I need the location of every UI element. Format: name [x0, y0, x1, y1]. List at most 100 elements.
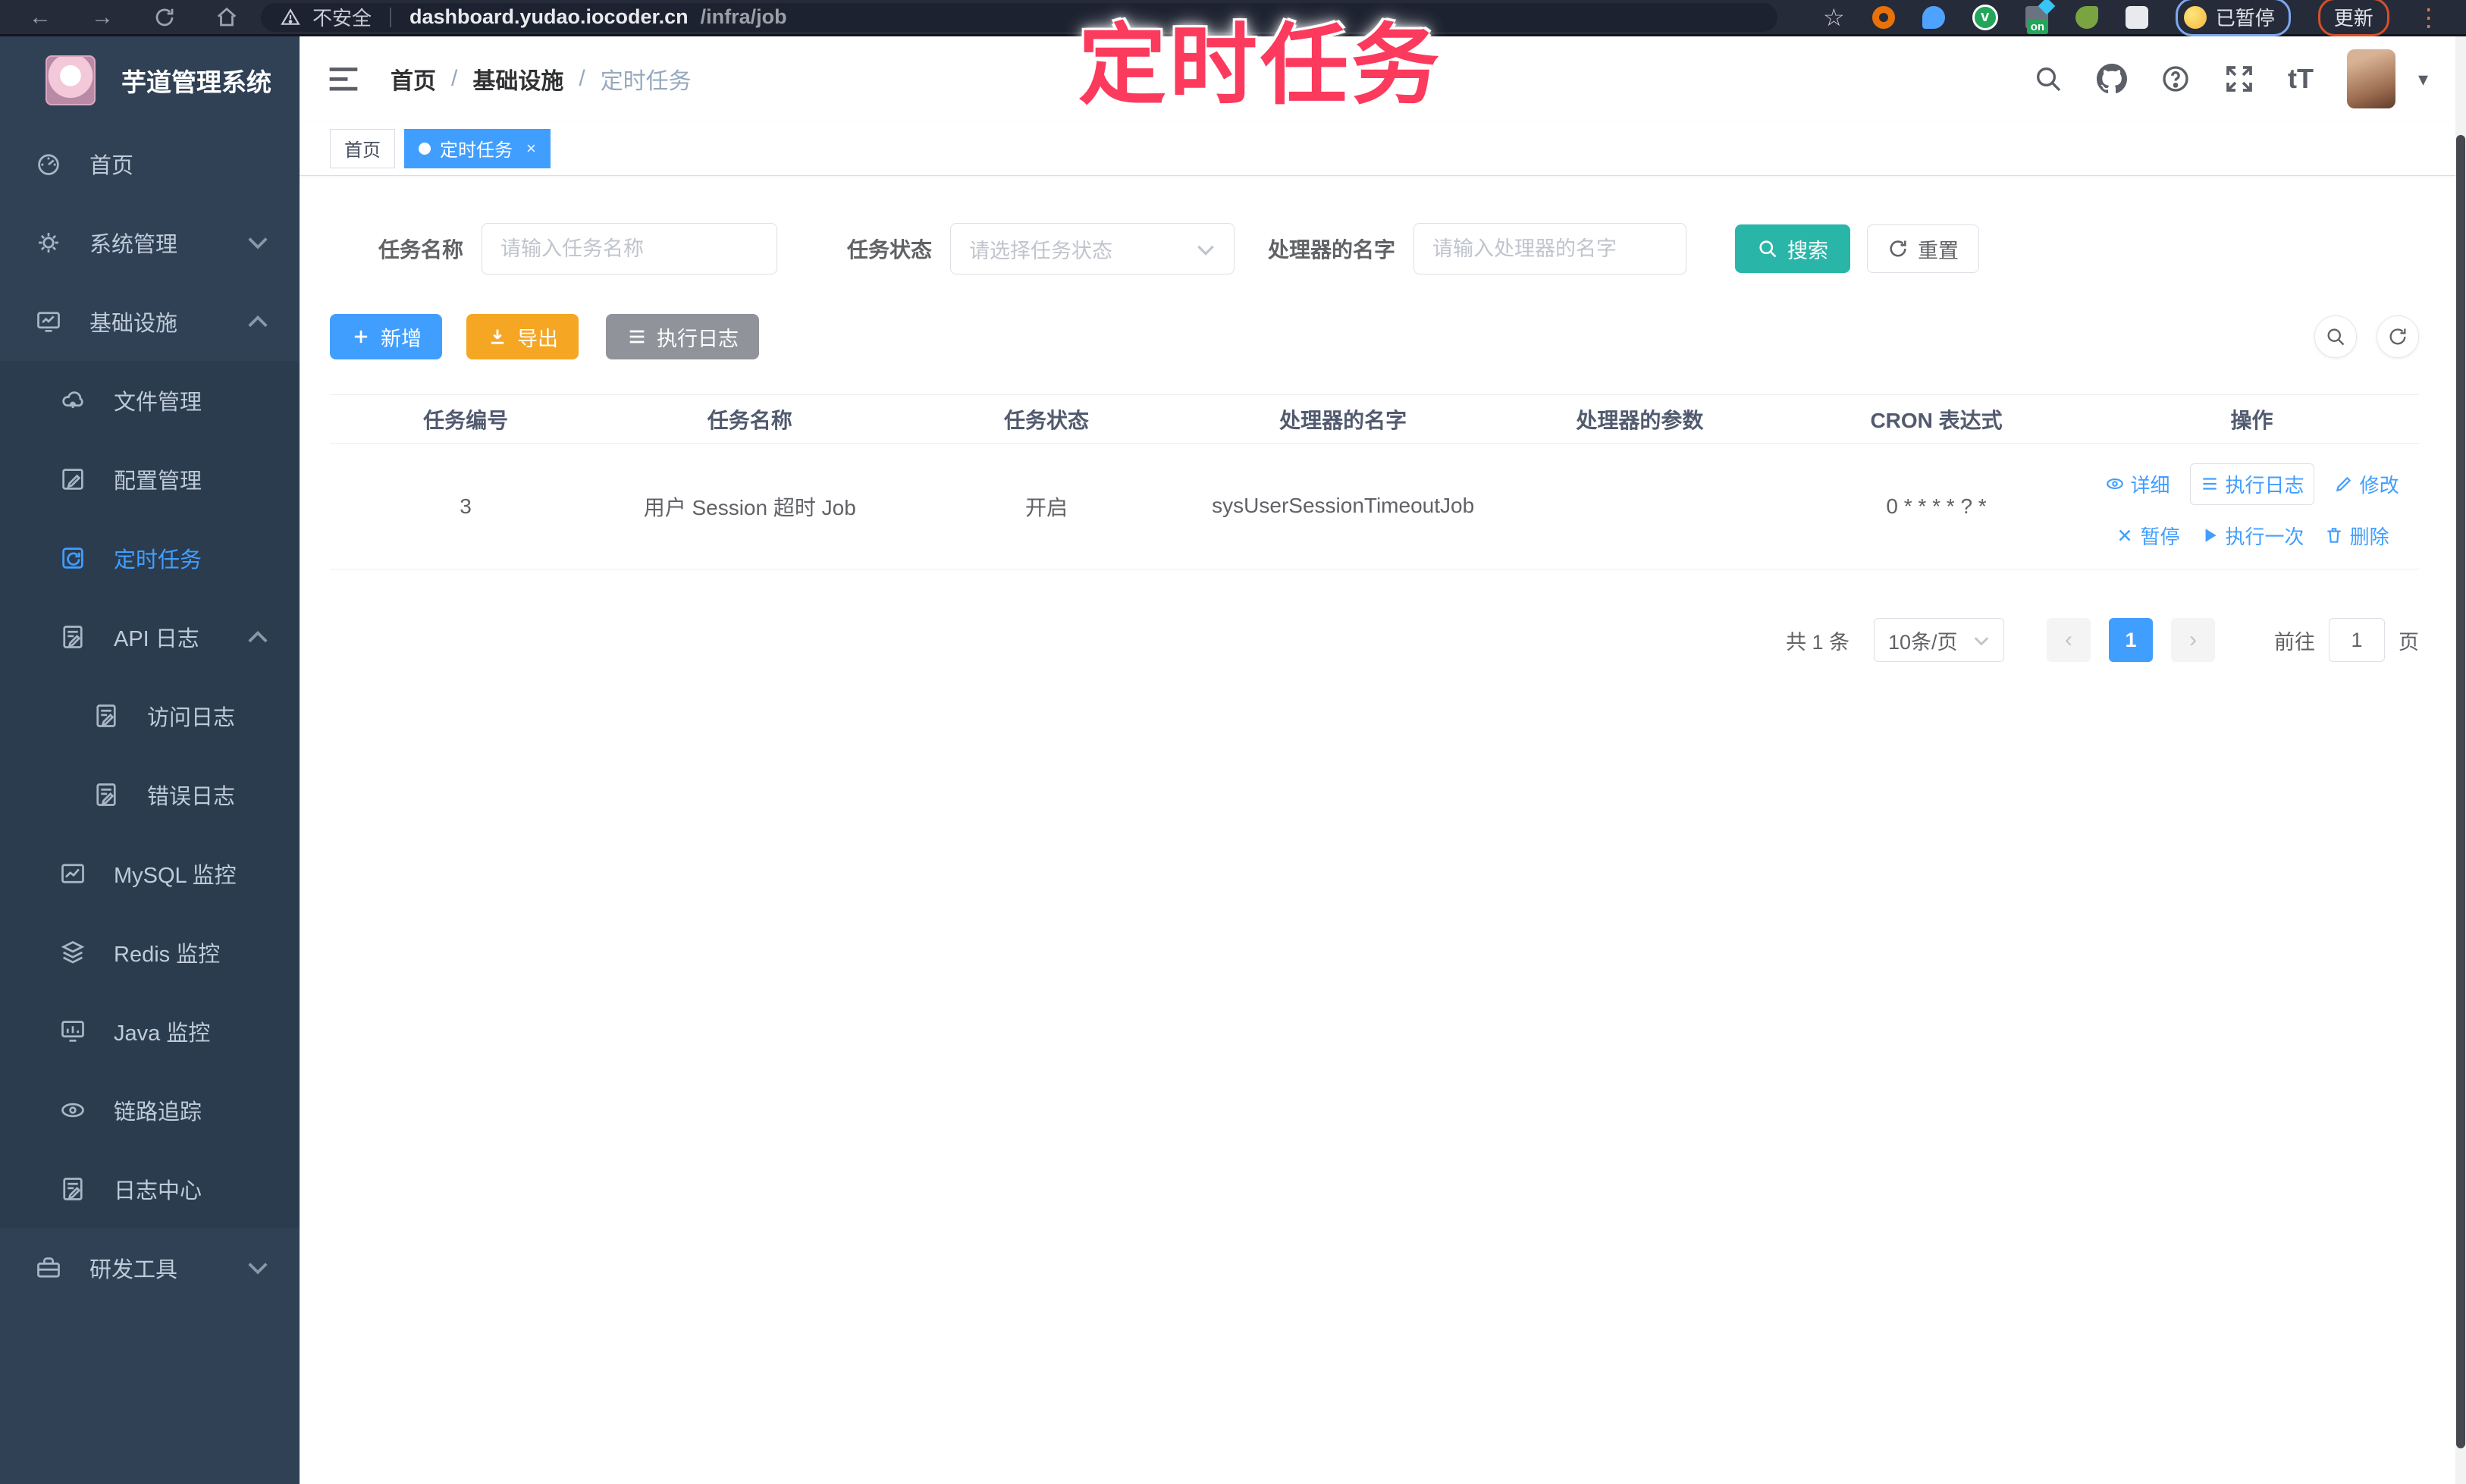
browser-back-icon[interactable]: ←: [29, 6, 52, 29]
browser-home-icon[interactable]: [215, 6, 238, 29]
update-button[interactable]: 更新: [2318, 0, 2389, 36]
sidebar-item-label: 访问日志: [147, 700, 235, 732]
breadcrumb-separator: /: [579, 66, 585, 92]
plus-icon: [350, 326, 372, 347]
page-number-1[interactable]: 1: [2109, 618, 2153, 662]
sidebar-item-redis-monitor[interactable]: Redis 监控: [0, 913, 300, 992]
profile-chip[interactable]: 已暂停: [2176, 0, 2291, 36]
tag-close-icon[interactable]: ×: [526, 139, 536, 158]
sidebar-item-log-center[interactable]: 日志中心: [0, 1150, 300, 1228]
job-name-input[interactable]: [482, 223, 777, 275]
scrollbar-thumb[interactable]: [2456, 135, 2465, 1448]
sidebar-item-mysql-monitor[interactable]: MySQL 监控: [0, 834, 300, 913]
user-avatar[interactable]: [2347, 49, 2395, 108]
reset-button[interactable]: 重置: [1867, 224, 1979, 273]
goto-label: 前往: [2274, 626, 2315, 655]
add-button[interactable]: 新增: [330, 314, 442, 359]
breadcrumb-home[interactable]: 首页: [391, 62, 436, 96]
table-header-row: 任务编号 任务名称 任务状态 处理器的名字 处理器的参数 CRON 表达式 操作: [330, 395, 2419, 444]
export-button[interactable]: 导出: [466, 314, 579, 359]
sidebar-item-java-monitor[interactable]: Java 监控: [0, 992, 300, 1071]
sidebar-toggle-icon[interactable]: [327, 65, 360, 93]
bookmark-star-icon[interactable]: ☆: [1823, 3, 1845, 32]
col-header-actions: 操作: [2085, 404, 2419, 435]
job-status-select[interactable]: 请选择任务状态: [950, 223, 1235, 275]
row-exec-log-link[interactable]: 执行日志: [2190, 463, 2314, 505]
java-monitor-icon: [59, 1018, 86, 1045]
edit-link[interactable]: 修改: [2334, 470, 2399, 498]
sidebar-item-label: Redis 监控: [114, 937, 220, 968]
close-icon: [2115, 526, 2135, 545]
extension-v-icon[interactable]: v: [1972, 5, 1998, 30]
address-separator: [390, 8, 391, 27]
chevron-down-icon: [1973, 635, 1990, 645]
extensions-puzzle-icon[interactable]: [2126, 6, 2148, 29]
user-caret-icon[interactable]: ▾: [2418, 67, 2428, 91]
sidebar-item-system[interactable]: 系统管理: [0, 203, 300, 282]
detail-link[interactable]: 详细: [2105, 470, 2170, 498]
filter-form: 任务名称 任务状态 请选择任务状态 处理器的名字 搜索 重置: [378, 223, 2419, 275]
page-size-select[interactable]: 10条/页: [1874, 618, 2004, 662]
sidebar-item-infra[interactable]: 基础设施: [0, 282, 300, 361]
search-button[interactable]: 搜索: [1735, 224, 1850, 273]
sidebar-item-config-mgmt[interactable]: 配置管理: [0, 440, 300, 519]
sidebar-item-access-log[interactable]: 访问日志: [0, 676, 300, 755]
app-title: 芋道管理系统: [121, 62, 271, 99]
browser-menu-icon[interactable]: ⋮: [2417, 3, 2441, 32]
next-page-button[interactable]: ›: [2171, 618, 2215, 662]
search-icon[interactable]: [2033, 64, 2063, 94]
sidebar-item-dev-tools[interactable]: 研发工具: [0, 1228, 300, 1307]
exec-log-button[interactable]: 执行日志: [606, 314, 759, 359]
run-once-link[interactable]: 执行一次: [2200, 522, 2304, 550]
address-bar[interactable]: 不安全 dashboard.yudao.iocoder.cn/infra/job: [261, 3, 1777, 32]
sidebar-item-scheduled-jobs[interactable]: 定时任务: [0, 519, 300, 598]
add-button-label: 新增: [381, 322, 422, 352]
fullscreen-icon[interactable]: [2224, 64, 2254, 94]
browser-forward-icon[interactable]: →: [91, 6, 114, 29]
search-icon: [2325, 326, 2346, 347]
breadcrumb-separator: /: [451, 66, 457, 92]
url-path[interactable]: /infra/job: [701, 5, 787, 29]
cell-job-name: 用户 Session 超时 Job: [601, 491, 898, 522]
tag-active-dot: [419, 143, 431, 155]
sidebar-item-tracing[interactable]: 链路追踪: [0, 1071, 300, 1150]
browser-reload-icon[interactable]: [153, 6, 176, 29]
font-size-icon[interactable]: tT: [2288, 63, 2314, 95]
security-label[interactable]: 不安全: [312, 3, 372, 31]
table-row: 3 用户 Session 超时 Job 开启 sysUserSessionTim…: [330, 444, 2419, 569]
prev-page-button[interactable]: ‹: [2047, 618, 2091, 662]
reset-button-label: 重置: [1918, 234, 1959, 264]
toggle-search-button[interactable]: [2314, 315, 2357, 358]
tag-home[interactable]: 首页: [330, 129, 395, 168]
sidebar-item-label: API 日志: [114, 621, 199, 653]
sidebar-item-label: MySQL 监控: [114, 858, 237, 889]
app-logo-row[interactable]: 芋道管理系统: [0, 36, 300, 124]
goto-page-input[interactable]: [2329, 618, 2385, 662]
breadcrumb: 首页 / 基础设施 / 定时任务: [391, 62, 692, 96]
cell-job-id: 3: [330, 494, 601, 519]
tag-scheduled-jobs[interactable]: 定时任务 ×: [404, 129, 551, 168]
log-icon: [93, 781, 120, 808]
delete-link[interactable]: 删除: [2324, 522, 2389, 550]
sidebar-item-home[interactable]: 首页: [0, 124, 300, 203]
col-header-job-name: 任务名称: [601, 404, 898, 435]
sidebar-item-api-log[interactable]: API 日志: [0, 598, 300, 676]
sidebar-item-file-mgmt[interactable]: 文件管理: [0, 361, 300, 440]
github-icon[interactable]: [2097, 64, 2127, 94]
breadcrumb-infra[interactable]: 基础设施: [472, 62, 563, 96]
sidebar-item-error-log[interactable]: 错误日志: [0, 755, 300, 834]
refresh-table-button[interactable]: [2377, 315, 2419, 358]
help-icon[interactable]: [2160, 64, 2191, 94]
pause-link[interactable]: 暂停: [2115, 522, 2180, 550]
dashboard-icon: [35, 150, 62, 177]
handler-name-input[interactable]: [1413, 223, 1686, 275]
tags-view-bar: 首页 定时任务 ×: [300, 121, 2455, 176]
chevron-down-icon: [246, 1260, 269, 1276]
extension-orange-icon[interactable]: [1872, 6, 1895, 29]
page-scrollbar[interactable]: [2455, 36, 2466, 1484]
extension-sprout-icon[interactable]: [2075, 6, 2098, 29]
url-host[interactable]: dashboard.yudao.iocoder.cn: [409, 5, 689, 29]
log-icon: [93, 702, 120, 729]
extension-grid-icon[interactable]: on: [2025, 6, 2048, 29]
extension-drop-icon[interactable]: [1922, 6, 1945, 29]
